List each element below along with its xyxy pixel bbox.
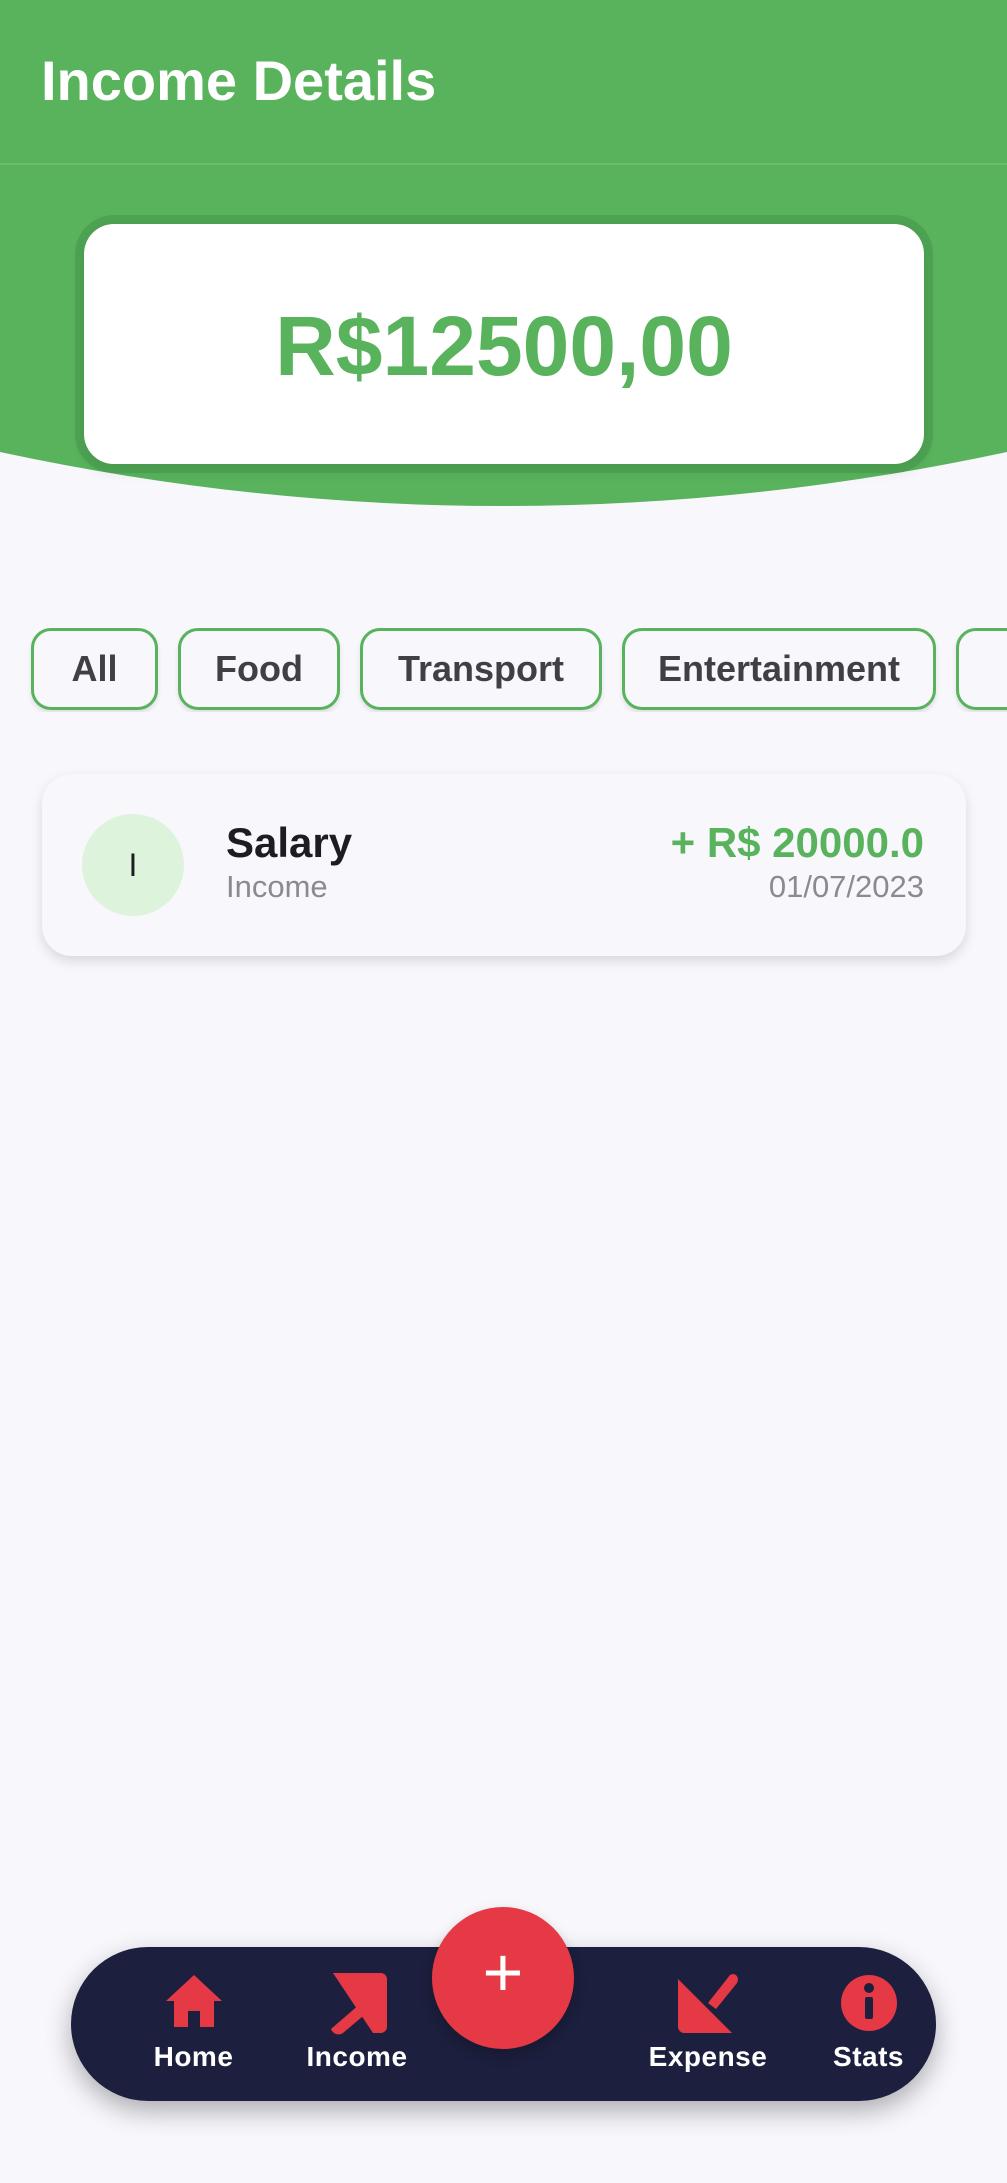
transaction-card[interactable]: I Salary Income + R$ 20000.0 01/07/2023 [42,774,966,956]
transaction-amount: + R$ 20000.0 [670,819,924,866]
plus-icon: + [482,1933,524,2011]
add-transaction-button[interactable]: + [432,1907,574,2049]
balance-amount: R$12500,00 [275,299,733,393]
nav-label-stats: Stats [833,2041,904,2072]
filter-chip-transport[interactable]: Transport [360,628,602,710]
balance-card: R$12500,00 [84,224,924,464]
filter-chip-food[interactable]: Food [178,628,340,710]
arrow-up-right-icon [331,1973,387,2035]
filter-chip-entertainment[interactable]: Entertainment [622,628,936,710]
info-icon [840,1975,897,2031]
nav-item-stats[interactable]: Stats [801,1947,936,2101]
transaction-category: Income [226,869,328,904]
transaction-date: 01/07/2023 [768,869,924,904]
category-filter-bar: All Food Transport Entertainment [0,628,1007,712]
nav-item-expense[interactable]: Expense [598,1947,818,2101]
arrow-down-left-icon [678,1974,738,2033]
home-icon [165,1975,222,2027]
nav-label-expense: Expense [648,2041,768,2072]
filter-chip-more[interactable] [956,628,1007,710]
transaction-title: Salary [226,819,353,866]
category-avatar: I [82,814,184,916]
filter-chip-all[interactable]: All [31,628,158,710]
nav-label-income: Income [306,2041,408,2072]
page-title: Income Details [41,49,437,112]
